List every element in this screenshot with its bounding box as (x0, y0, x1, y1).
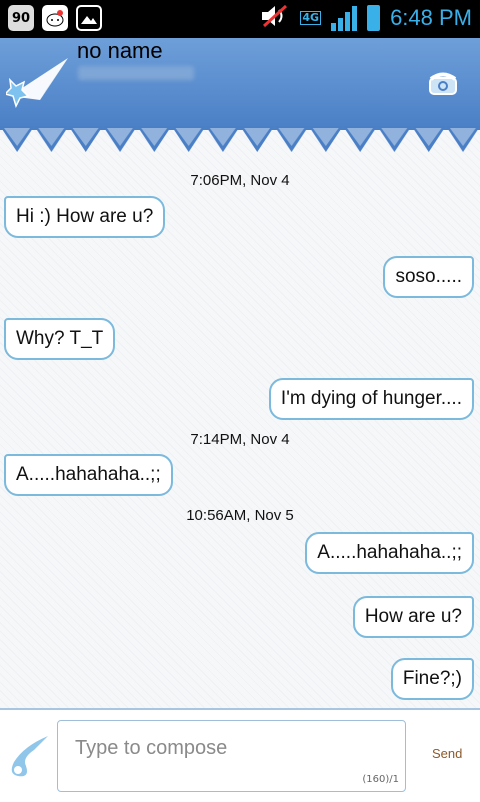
swoosh-icon[interactable] (4, 732, 52, 786)
hello-kitty-icon (42, 5, 68, 31)
send-button[interactable]: Send (432, 746, 462, 761)
paper-plane-icon (3, 56, 70, 116)
status-bar: 90 4G 6:48 PM (0, 0, 480, 38)
message-timestamp: 10:56AM, Nov 5 (186, 507, 294, 524)
notification-90-icon: 90 (8, 5, 34, 31)
outgoing-message[interactable]: I'm dying of hunger.... (268, 378, 474, 420)
message-list[interactable]: 7:06PM, Nov 4 Hi :) How are u? soso.....… (0, 130, 480, 708)
status-time: 6:48 PM (390, 5, 472, 30)
image-icon (76, 5, 102, 31)
mute-icon (260, 3, 290, 33)
character-counter: (160)/1 (362, 774, 399, 785)
compose-bar: Type to compose (160)/1 Send (0, 708, 480, 802)
incoming-message[interactable]: Why? T_T (4, 318, 116, 360)
phone-icon (429, 72, 457, 95)
incoming-message[interactable]: A.....hahahaha..;; (4, 454, 173, 496)
message-input-placeholder: Type to compose (75, 737, 228, 759)
contact-number-blurred (78, 66, 194, 80)
outgoing-message[interactable]: soso..... (383, 256, 474, 298)
call-button[interactable] (428, 70, 458, 100)
message-input[interactable]: Type to compose (160)/1 (57, 720, 406, 792)
outgoing-message[interactable]: A.....hahahaha..;; (305, 532, 474, 574)
outgoing-message[interactable]: How are u? (352, 596, 474, 638)
message-timestamp: 7:06PM, Nov 4 (190, 172, 290, 189)
contact-name: no name (77, 38, 163, 63)
network-type-badge: 4G (300, 11, 322, 25)
signal-icon (331, 5, 358, 31)
incoming-message[interactable]: Hi :) How are u? (4, 196, 166, 238)
header-scallop-edge (0, 126, 480, 156)
outgoing-message[interactable]: Fine?;) (390, 658, 474, 700)
conversation-header: no name (0, 38, 480, 130)
message-timestamp: 7:14PM, Nov 4 (190, 431, 290, 448)
battery-icon (367, 5, 381, 31)
